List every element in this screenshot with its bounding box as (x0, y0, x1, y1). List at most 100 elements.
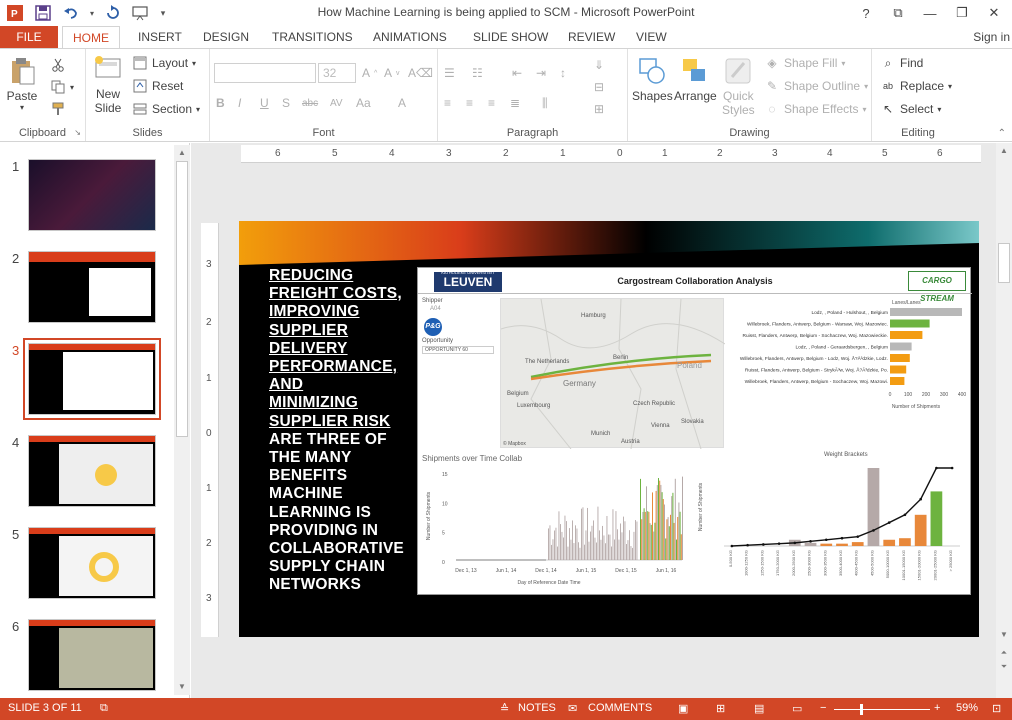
collapse-ribbon-icon[interactable]: ⌃ (998, 128, 1006, 139)
increase-font-size-button[interactable]: A ^ (362, 63, 377, 83)
font-color-icon[interactable]: A (398, 93, 406, 113)
slide-body-text[interactable]: REDUCING FREIGHT COSTS, IMPROVING SUPPLI… (269, 267, 419, 595)
tab-transitions[interactable]: TRANSITIONS (262, 26, 363, 48)
find-button[interactable]: ⌕ Find (880, 53, 924, 73)
sign-in-link[interactable]: Sign in (973, 30, 1010, 44)
convert-smartart-icon[interactable]: ⊞ (594, 99, 604, 119)
scroll-up-icon[interactable]: ▲ (998, 145, 1010, 157)
tab-home[interactable]: HOME (62, 26, 120, 49)
thumbnails-scrollbar[interactable]: ▲ ▼ (174, 145, 190, 695)
select-button[interactable]: ↖ Select ▾ (880, 99, 941, 119)
scrollbar-thumb[interactable] (998, 243, 1010, 283)
align-left-icon[interactable]: ≡ (444, 93, 451, 113)
layout-button[interactable]: Layout ▾ (132, 53, 196, 73)
slide-canvas[interactable]: REDUCING FREIGHT COSTS, IMPROVING SUPPLI… (239, 221, 979, 637)
ruler-label: 6 (937, 148, 943, 159)
tab-slide-show[interactable]: SLIDE SHOW (463, 26, 558, 48)
ribbon-display-button[interactable]: ⧉ (884, 2, 912, 24)
replace-button[interactable]: ab Replace ▾ (880, 76, 952, 96)
zoom-slider-handle[interactable] (860, 704, 863, 715)
editor-scrollbar[interactable]: ▲ ▼ ⏶ ⏷ (996, 143, 1012, 698)
bold-icon[interactable]: B (216, 93, 225, 113)
paste-button[interactable]: Paste ▾ (6, 55, 38, 112)
scroll-down-icon[interactable]: ▼ (176, 681, 188, 693)
zoom-level[interactable]: 59% (956, 702, 978, 714)
scroll-down-icon[interactable]: ▼ (998, 629, 1010, 641)
cut-button[interactable] (50, 55, 66, 75)
ruler-label: 0 (617, 148, 623, 159)
spell-check-icon[interactable]: ⧉ (100, 702, 108, 715)
increase-indent-icon[interactable]: ⇥ (536, 63, 546, 83)
time-bar (665, 538, 667, 560)
tab-animations[interactable]: ANIMATIONS (363, 26, 457, 48)
new-slide-button[interactable]: New Slide (92, 53, 124, 115)
horizontal-ruler: 6 5 4 3 2 1 0 1 2 3 4 5 6 (241, 145, 981, 163)
lane-label: Ruisst, Flanders, Antwerp, Belgium - Soc… (743, 333, 888, 339)
columns-icon[interactable]: ⫼ (542, 93, 548, 113)
strikethrough-icon[interactable]: abc (302, 93, 318, 113)
reading-view-icon[interactable]: ▤ (754, 702, 764, 715)
italic-icon[interactable]: I (238, 93, 241, 113)
quick-styles-button[interactable]: Quick Styles (722, 55, 755, 117)
paste-icon (12, 58, 35, 85)
slideshow-icon[interactable]: ▭ (792, 702, 802, 715)
dashboard-screenshot[interactable]: KATHOLIEKE UNIVERSITEIT LEUVEN Cargostre… (417, 267, 972, 595)
zoom-out-icon[interactable]: − (820, 702, 826, 714)
shapes-button[interactable]: Shapes (632, 55, 673, 103)
align-text-icon[interactable]: ⊟ (594, 77, 604, 97)
restore-button[interactable]: ❐ (948, 2, 976, 24)
tab-insert[interactable]: INSERT (128, 26, 192, 48)
lanes-bar-chart: Lanes/Lanes Lodz, , Poland - Hulshout, , … (740, 300, 967, 410)
dialog-launcher-icon[interactable]: ↘ (74, 128, 81, 137)
notes-icon: ≙ (500, 703, 510, 715)
arrange-button[interactable]: Arrange (674, 55, 717, 103)
align-center-icon[interactable]: ≡ (466, 93, 473, 113)
numbering-icon[interactable]: ☷ (472, 63, 483, 83)
tab-view[interactable]: VIEW (626, 26, 677, 48)
shape-effects-button[interactable]: ◌ Shape Effects ▾ (764, 99, 866, 119)
time-bar (600, 539, 602, 560)
normal-view-icon[interactable]: ▣ (678, 702, 688, 715)
copy-button[interactable]: ▾ (50, 77, 74, 97)
character-spacing-icon[interactable]: AV (330, 93, 343, 113)
close-button[interactable]: ✕ (980, 2, 1008, 24)
next-slide-icon[interactable]: ⏷ (998, 661, 1010, 673)
time-bar (573, 543, 575, 560)
find-label: Find (900, 56, 924, 70)
zoom-slider[interactable] (834, 704, 930, 715)
scroll-up-icon[interactable]: ▲ (176, 147, 188, 159)
opportunity-dropdown[interactable]: OPPORTUNITY 60 (422, 346, 494, 354)
align-right-icon[interactable]: ≡ (488, 93, 495, 113)
scrollbar-thumb[interactable] (176, 161, 188, 437)
change-case-icon[interactable]: Aa (356, 93, 371, 113)
bullets-icon[interactable]: ☰ (444, 63, 455, 83)
shape-fill-button[interactable]: ◈ Shape Fill ▾ (764, 53, 845, 73)
comments-icon: ✉ (568, 703, 578, 715)
paragraph-group: ☰ ☷ ⇤ ⇥ ↕ ⇓ ⊟ ⊞ ≡ ≡ ≡ ≣ ⫼ Paragraph (438, 49, 628, 141)
minimize-button[interactable]: — (916, 2, 944, 24)
reset-button[interactable]: Reset (132, 76, 183, 96)
justify-icon[interactable]: ≣ (510, 93, 520, 113)
tab-design[interactable]: DESIGN (193, 26, 259, 48)
decrease-indent-icon[interactable]: ⇤ (512, 63, 522, 83)
clear-formatting-icon[interactable]: A⌫ (408, 63, 433, 83)
underline-icon[interactable]: U (260, 93, 269, 113)
section-button[interactable]: Section ▾ (132, 99, 200, 119)
tab-review[interactable]: REVIEW (558, 26, 625, 48)
tab-file[interactable]: FILE (0, 26, 58, 48)
zoom-in-icon[interactable]: + (934, 702, 940, 714)
font-name-field[interactable] (214, 63, 316, 83)
decrease-font-size-button[interactable]: Av (384, 63, 400, 83)
shape-outline-button[interactable]: ✎ Shape Outline ▾ (764, 76, 868, 96)
previous-slide-icon[interactable]: ⏶ (998, 647, 1010, 659)
fit-slide-icon[interactable]: ⊡ (992, 702, 1001, 715)
line-spacing-icon[interactable]: ↕ (560, 63, 566, 83)
help-button[interactable]: ? (852, 2, 880, 24)
format-painter-button[interactable] (50, 99, 66, 119)
notes-button[interactable]: NOTES (518, 702, 556, 714)
text-direction-icon[interactable]: ⇓ (594, 55, 604, 75)
slide-sorter-icon[interactable]: ⊞ (716, 702, 725, 715)
font-size-field[interactable]: 32 (318, 63, 356, 83)
comments-button[interactable]: COMMENTS (588, 702, 652, 714)
shadow-icon[interactable]: S (282, 93, 290, 113)
